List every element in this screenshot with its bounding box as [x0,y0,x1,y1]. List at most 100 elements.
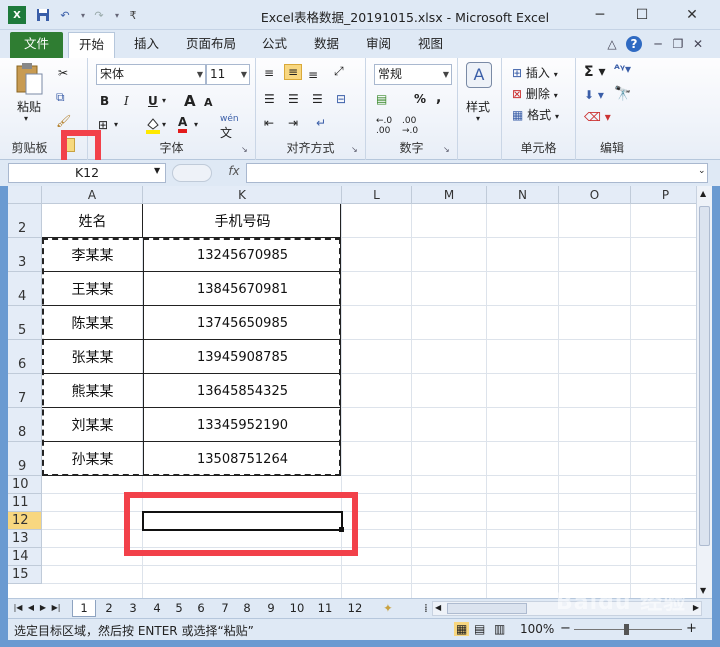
table-cell-phone[interactable]: 13345952190 [143,408,342,442]
underline-button[interactable]: U [148,94,158,108]
next-sheet-icon[interactable]: ▶ [38,600,48,617]
tab-insert[interactable]: 插入 [124,32,169,58]
name-box-dropdown-icon[interactable]: ▼ [154,166,160,175]
normal-view-icon[interactable]: ▦ [454,622,470,636]
tab-data[interactable]: 数据 [304,32,349,58]
row-header-5[interactable]: 5 [8,306,42,340]
tab-review[interactable]: 审阅 [356,32,401,58]
currency-icon[interactable]: ▤ [376,92,387,106]
merge-center-icon[interactable]: ⊟ [336,92,346,106]
help-icon[interactable]: ? [626,36,642,52]
sheet-tab-8[interactable]: 8 [236,600,258,617]
copy-icon[interactable]: ⧉ [56,90,65,105]
shrink-font-button[interactable]: A [204,96,213,109]
table-cell-phone[interactable]: 13745650985 [143,306,342,340]
cut-icon[interactable]: ✂ [58,66,68,80]
table-cell-name[interactable]: 熊某某 [42,374,143,408]
increase-decimal-icon[interactable]: ←.0.00 [376,116,392,136]
column-header-k[interactable]: K [143,186,342,204]
row-header-14[interactable]: 14 [8,548,42,566]
wrap-text-icon[interactable]: ↵ [316,116,326,130]
bold-button[interactable]: B [100,94,109,108]
phonetic-button[interactable]: wén 文 [220,114,239,141]
maximize-button[interactable]: ☐ [622,0,662,30]
tab-home[interactable]: 开始 [68,32,116,58]
save-icon[interactable] [34,6,52,24]
align-top-icon[interactable]: ≡ [264,66,274,80]
table-cell-name[interactable]: 孙某某 [42,442,143,476]
tab-page-layout[interactable]: 页面布局 [176,32,246,58]
decrease-decimal-icon[interactable]: .00 →.0 [402,116,418,136]
zoom-slider-thumb[interactable] [624,624,629,635]
number-launcher-icon[interactable]: ↘ [443,145,453,155]
align-bottom-icon[interactable]: ≡ [308,68,318,82]
delete-cells-button[interactable]: ⊠ 删除 ▾ [512,85,558,102]
minimize-button[interactable]: ─ [580,0,620,30]
column-header-l[interactable]: L [342,186,412,204]
tab-view[interactable]: 视图 [408,32,453,58]
minimize-ribbon-icon[interactable]: △ [604,36,620,52]
row-header-4[interactable]: 4 [8,272,42,306]
table-cell-name[interactable]: 陈某某 [42,306,143,340]
clear-icon[interactable]: ⌫ ▾ [584,110,611,124]
formula-slider[interactable] [172,164,212,182]
page-layout-view-icon[interactable]: ▤ [474,622,485,636]
alignment-launcher-icon[interactable]: ↘ [351,145,361,155]
scroll-down-icon[interactable]: ▼ [700,586,706,595]
paste-dropdown-icon[interactable]: ▾ [24,114,28,123]
row-header-11[interactable]: 11 [8,494,42,512]
zoom-level[interactable]: 100% [520,622,554,636]
scroll-left-icon[interactable]: ◀ [435,603,441,612]
table-cell-phone[interactable]: 13245670985 [143,238,342,272]
number-format-combo[interactable]: 常规 ▼ [374,64,452,85]
align-middle-icon[interactable]: ≡ [284,64,303,80]
tab-formulas[interactable]: 公式 [252,32,297,58]
paste-button[interactable]: 粘贴 [17,98,41,115]
orientation-icon[interactable]: ⤢ [334,64,344,79]
scroll-right-icon[interactable]: ▶ [693,603,699,612]
customize-icon[interactable]: ₹ [124,6,142,24]
name-box[interactable]: K12 [8,163,166,183]
table-cell-name[interactable]: 王某某 [42,272,143,306]
sheet-tab-7[interactable]: 7 [214,600,236,617]
row-header-9[interactable]: 9 [8,442,42,476]
font-color-button[interactable]: A [178,115,188,133]
sheet-tab-4[interactable]: 4 [146,600,168,617]
fill-color-icon[interactable] [144,116,162,134]
sheet-tab-11[interactable]: 11 [312,600,338,617]
column-header-m[interactable]: M [412,186,487,204]
column-header-n[interactable]: N [487,186,559,204]
vertical-scroll-thumb[interactable] [699,206,710,546]
window-minimize-icon[interactable]: ─ [650,36,666,52]
zoom-out-button[interactable]: − [560,621,571,636]
percent-button[interactable]: % [414,92,426,106]
sheet-tab-6[interactable]: 6 [190,600,212,617]
new-sheet-icon[interactable]: ✦ [380,600,396,617]
sheet-tab-1[interactable]: 1 [72,600,96,617]
font-launcher-icon[interactable]: ↘ [241,145,251,155]
insert-cells-button[interactable]: ⊞ 插入 ▾ [512,64,558,81]
increase-indent-icon[interactable]: ⇥ [288,116,298,130]
row-header-12[interactable]: 12 [8,512,42,530]
border-dropdown-icon[interactable]: ▾ [114,120,118,129]
row-header-3[interactable]: 3 [8,238,42,272]
styles-icon[interactable]: A [466,62,492,88]
row-header-6[interactable]: 6 [8,340,42,374]
last-sheet-icon[interactable]: ▶| [50,600,62,617]
formula-input[interactable] [246,163,708,183]
sort-filter-icon[interactable]: ᴬᵞ▾ [614,62,631,76]
align-left-icon[interactable]: ☰ [264,92,275,106]
column-header-p[interactable]: P [631,186,696,204]
expand-formula-bar-icon[interactable]: ⌄ [698,166,706,176]
row-header-13[interactable]: 13 [8,530,42,548]
row-header-8[interactable]: 8 [8,408,42,442]
underline-dropdown-icon[interactable]: ▾ [162,96,166,105]
autosum-icon[interactable]: Σ ▾ [584,64,605,80]
select-all-corner[interactable] [8,186,42,204]
sheet-tab-3[interactable]: 3 [122,600,144,617]
decrease-indent-icon[interactable]: ⇤ [264,116,274,130]
table-cell-name[interactable]: 张某某 [42,340,143,374]
grow-font-button[interactable]: A [184,92,196,110]
sheet-tab-10[interactable]: 10 [284,600,310,617]
format-painter-icon[interactable]: 🖌 [56,114,71,128]
